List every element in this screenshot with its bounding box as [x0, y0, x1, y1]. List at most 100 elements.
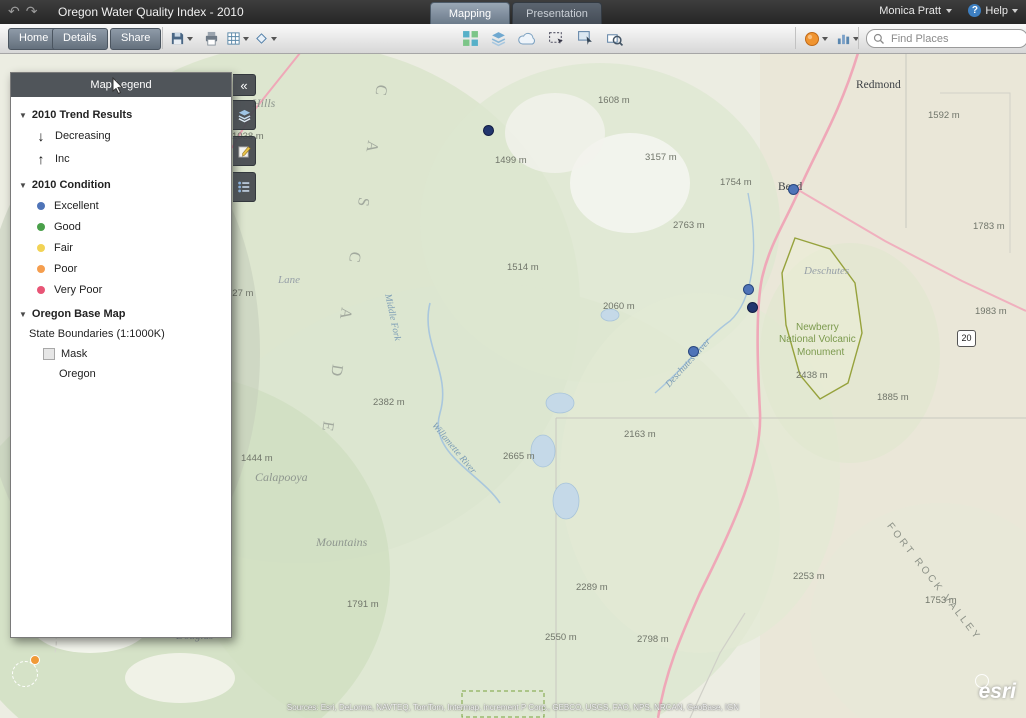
share-button[interactable]: Share — [110, 28, 162, 50]
map-label-elevation: 1592 m — [928, 110, 960, 121]
map-label-elevation: 2060 m — [603, 301, 635, 312]
increasing-arrow-icon: ↑ — [37, 151, 45, 167]
directions-button[interactable] — [252, 28, 279, 49]
pointer-window-icon — [578, 31, 592, 45]
legend-item: Very Poor — [37, 284, 223, 296]
tab-presentation[interactable]: Presentation — [512, 2, 602, 25]
tab-mapping[interactable]: Mapping — [430, 2, 510, 25]
basemap-button[interactable] — [460, 28, 481, 49]
toolbar-divider — [795, 27, 796, 49]
excellent-dot-icon — [37, 202, 45, 210]
map-legend-panel: Map Legend ▼ 2010 Trend Results ↓ Decrea… — [10, 72, 232, 638]
map-label-elevation: 1885 m — [877, 392, 909, 403]
map-label-range: Mountains — [316, 535, 368, 549]
feature-inspect-button[interactable] — [575, 28, 596, 49]
map-label-elevation: 1783 m — [973, 221, 1005, 232]
map-label-city: Redmond — [856, 79, 901, 91]
collapse-triangle-icon: ▼ — [19, 180, 27, 190]
cloud-analysis-button[interactable] — [516, 28, 538, 49]
map-label-elevation: 2550 m — [545, 632, 577, 643]
find-places-search[interactable] — [866, 29, 1026, 48]
bar-chart-icon — [837, 34, 850, 45]
edit-panel-button[interactable] — [233, 136, 256, 166]
back-icon[interactable]: ↶ — [8, 3, 26, 19]
save-button[interactable] — [168, 28, 195, 49]
map-label-elevation: 1754 m — [720, 177, 752, 188]
highway-shield-20: 20 — [957, 330, 976, 347]
chart-button[interactable] — [834, 28, 861, 49]
legend-section-header[interactable]: ▼ 2010 Trend Results — [19, 109, 223, 121]
legend-list-panel-button[interactable] — [233, 172, 256, 202]
legend-item: Excellent — [37, 200, 223, 212]
legend-item: ↓ Decreasing — [35, 128, 223, 144]
chevron-down-icon — [187, 36, 193, 41]
good-dot-icon — [37, 223, 45, 231]
help-question-icon: ? — [968, 4, 982, 17]
layers-button[interactable] — [488, 28, 509, 49]
table-button[interactable] — [224, 28, 251, 49]
map-label-elevation: 1791 m — [347, 599, 379, 610]
select-tool-button[interactable] — [546, 28, 567, 49]
main-toolbar: Home Details Share — [0, 24, 1026, 54]
esri-globe-icon — [974, 674, 989, 688]
layers-panel-button[interactable] — [233, 100, 256, 130]
basemap-tiles-icon — [463, 31, 478, 46]
map-marker-dashed-circle — [12, 661, 38, 687]
map-label-monument: Monument — [797, 347, 845, 358]
analysis-button[interactable] — [802, 28, 830, 49]
history-back-forward-icons[interactable]: ↶↷ — [8, 3, 43, 20]
page-title: Oregon Water Quality Index - 2010 — [58, 5, 244, 19]
map-label-elevation: 1444 m — [241, 453, 273, 464]
forward-icon[interactable]: ↷ — [26, 3, 44, 19]
table-grid-icon — [227, 32, 240, 45]
legend-item-oregon: Oregon — [59, 368, 96, 380]
help-menu[interactable]: ? Help — [968, 4, 1018, 17]
decreasing-arrow-icon: ↓ — [37, 128, 45, 144]
orange-globe-icon — [805, 31, 819, 46]
map-label-elevation: 2438 m — [796, 370, 828, 381]
map-label-elevation: 2253 m — [793, 571, 825, 582]
map-label-county: Lane — [278, 274, 300, 286]
map-marker-trend-site[interactable] — [747, 302, 758, 313]
mask-checkbox[interactable] — [43, 348, 55, 360]
legend-item-mask: Mask — [43, 348, 223, 360]
legend-section-basemap: ▼ Oregon Base Map State Boundaries (1:10… — [19, 308, 223, 380]
chevron-down-icon — [822, 36, 828, 41]
fair-dot-icon — [37, 244, 45, 252]
map-label-elevation: 1499 m — [495, 155, 527, 166]
chevron-down-icon — [1012, 8, 1018, 13]
map-marker-excellent[interactable] — [688, 346, 699, 357]
map-label-range: Calapooya — [255, 470, 308, 484]
map-label-elevation: 1514 m — [507, 262, 539, 273]
collapse-triangle-icon: ▼ — [19, 110, 27, 120]
chevron-down-icon — [243, 36, 249, 41]
legend-item: ↑ Inc — [35, 151, 223, 167]
help-label: Help — [985, 4, 1008, 17]
cloud-icon — [518, 32, 535, 44]
map-label-elevation: 3157 m — [645, 152, 677, 163]
legend-section-trend: ▼ 2010 Trend Results ↓ Decreasing ↑ Inc — [19, 109, 223, 167]
collapse-triangle-icon: ▼ — [19, 309, 27, 319]
map-marker-excellent[interactable] — [743, 284, 754, 295]
map-marker-trend-site[interactable] — [483, 125, 494, 136]
map-label-elevation: 2289 m — [576, 582, 608, 593]
map-label-elevation: 2382 m — [373, 397, 405, 408]
collapse-panel-button[interactable]: « — [233, 74, 256, 96]
map-label-monument: National Volcanic — [779, 334, 856, 345]
select-rectangle-icon — [549, 32, 563, 44]
layers-icon — [491, 32, 506, 47]
edit-pencil-icon — [237, 145, 251, 158]
legend-section-header[interactable]: ▼ Oregon Base Map — [19, 308, 223, 320]
poor-dot-icon — [37, 265, 45, 273]
print-button[interactable] — [202, 28, 221, 49]
map-label-elevation: 1983 m — [975, 306, 1007, 317]
legend-section-header[interactable]: ▼ 2010 Condition — [19, 179, 223, 191]
find-places-input[interactable] — [889, 31, 1003, 46]
map-label-elevation: 2763 m — [673, 220, 705, 231]
map-marker-excellent[interactable] — [788, 184, 799, 195]
legend-item: Fair — [37, 242, 223, 254]
save-floppy-icon — [171, 32, 184, 45]
measure-button[interactable] — [604, 28, 625, 49]
user-menu[interactable]: Monica Pratt — [879, 5, 952, 17]
details-button[interactable]: Details — [52, 28, 108, 50]
